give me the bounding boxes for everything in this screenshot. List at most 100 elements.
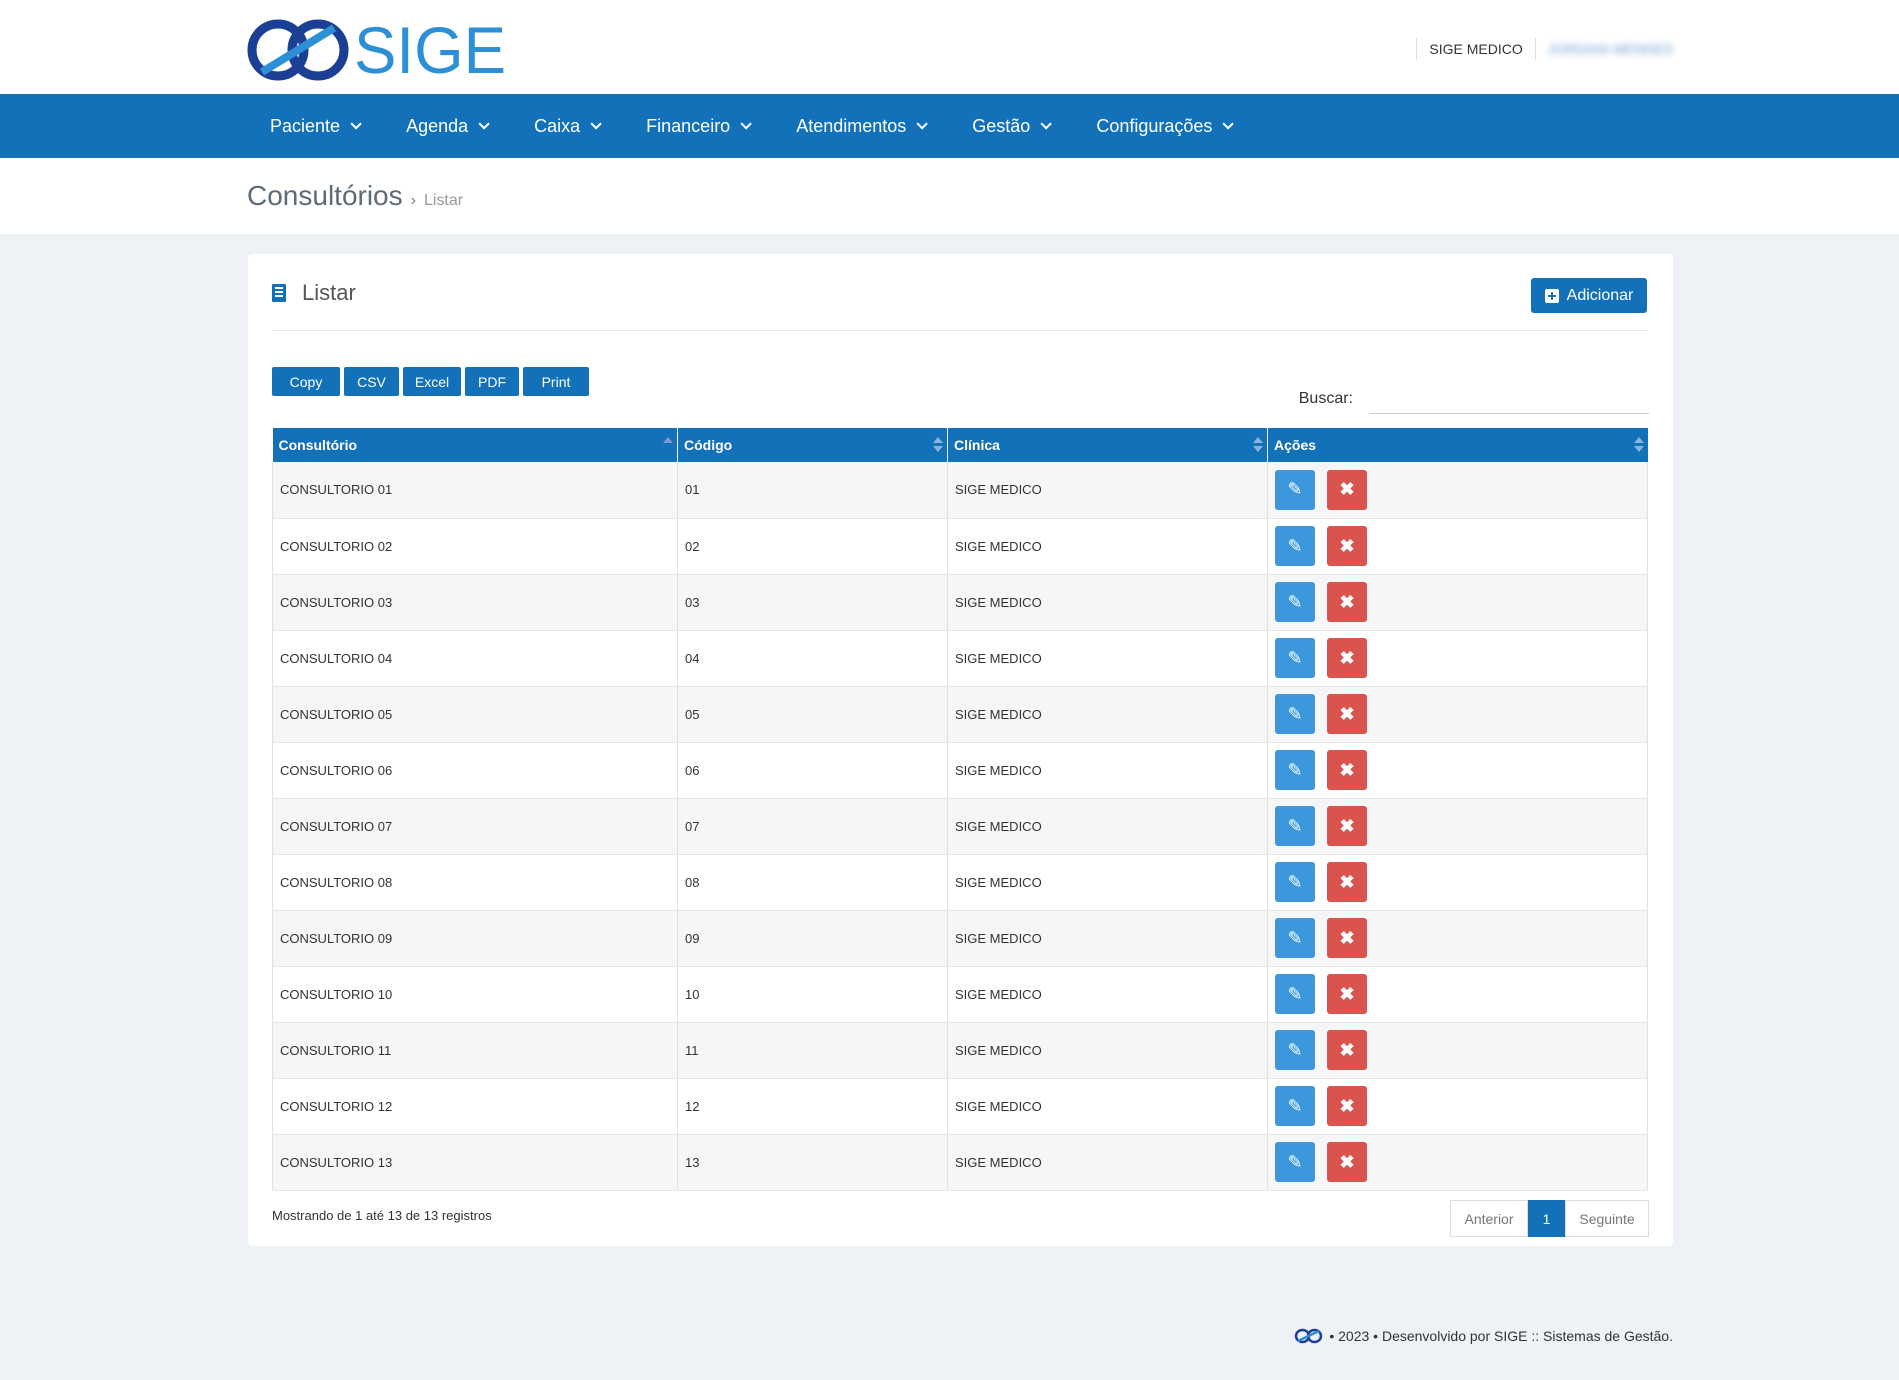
column-label: Consultório bbox=[278, 437, 358, 453]
delete-button[interactable]: ✖ bbox=[1327, 1086, 1367, 1126]
row-actions: ✎ ✖ bbox=[1275, 862, 1640, 902]
pagination-page-1[interactable]: 1 bbox=[1528, 1200, 1565, 1237]
edit-button[interactable]: ✎ bbox=[1275, 1086, 1315, 1126]
edit-button[interactable]: ✎ bbox=[1275, 638, 1315, 678]
edit-button[interactable]: ✎ bbox=[1275, 750, 1315, 790]
svg-text:SIGE: SIGE bbox=[354, 16, 506, 82]
sort-icon bbox=[933, 437, 943, 453]
cell-codigo: 07 bbox=[677, 798, 948, 855]
nav-item-agenda[interactable]: Agenda bbox=[382, 94, 510, 158]
nav-item-financeiro[interactable]: Financeiro bbox=[622, 94, 772, 158]
cell-codigo: 13 bbox=[677, 1134, 948, 1191]
breadcrumb-current: Listar bbox=[423, 192, 464, 209]
user-name[interactable]: JORDANI MENDES bbox=[1548, 41, 1673, 57]
clinic-name[interactable]: SIGE MEDICO bbox=[1429, 41, 1522, 57]
close-icon: ✖ bbox=[1339, 703, 1355, 724]
delete-button[interactable]: ✖ bbox=[1327, 582, 1367, 622]
column-header-consultorio[interactable]: Consultório bbox=[272, 428, 678, 462]
pagination: Anterior 1 Seguinte bbox=[1450, 1200, 1649, 1237]
table-row: CONSULTORIO 01 01 SIGE MEDICO ✎ ✖ bbox=[272, 462, 1648, 519]
edit-button[interactable]: ✎ bbox=[1275, 526, 1315, 566]
add-button[interactable]: Adicionar bbox=[1531, 278, 1647, 313]
main-nav: Paciente Agenda Caixa Financeiro Atendim… bbox=[0, 94, 1899, 158]
csv-button[interactable]: CSV bbox=[344, 367, 399, 396]
nav-item-atendimentos[interactable]: Atendimentos bbox=[772, 94, 948, 158]
table-row: CONSULTORIO 09 09 SIGE MEDICO ✎ ✖ bbox=[272, 910, 1648, 967]
edit-button[interactable]: ✎ bbox=[1275, 806, 1315, 846]
table-row: CONSULTORIO 04 04 SIGE MEDICO ✎ ✖ bbox=[272, 630, 1648, 687]
edit-button[interactable]: ✎ bbox=[1275, 469, 1315, 510]
panel-title: Listar bbox=[272, 280, 356, 306]
cell-clinica: SIGE MEDICO bbox=[947, 518, 1268, 575]
pencil-icon: ✎ bbox=[1287, 535, 1303, 556]
delete-button[interactable]: ✖ bbox=[1327, 694, 1367, 734]
close-icon: ✖ bbox=[1339, 647, 1355, 668]
pdf-button[interactable]: PDF bbox=[465, 367, 519, 396]
table-info: Mostrando de 1 até 13 de 13 registros bbox=[272, 1208, 492, 1223]
cell-codigo: 05 bbox=[677, 686, 948, 743]
column-header-acoes[interactable]: Ações bbox=[1267, 428, 1648, 462]
sige-logo[interactable]: SIGE bbox=[246, 16, 511, 82]
cell-consultorio: CONSULTORIO 13 bbox=[272, 1134, 678, 1191]
pencil-icon: ✎ bbox=[1287, 1151, 1303, 1172]
delete-button[interactable]: ✖ bbox=[1327, 806, 1367, 846]
table-row: CONSULTORIO 12 12 SIGE MEDICO ✎ ✖ bbox=[272, 1078, 1648, 1135]
cell-codigo: 04 bbox=[677, 630, 948, 687]
edit-button[interactable]: ✎ bbox=[1275, 862, 1315, 902]
delete-button[interactable]: ✖ bbox=[1327, 1030, 1367, 1070]
nav-item-gestao[interactable]: Gestão bbox=[948, 94, 1072, 158]
close-icon: ✖ bbox=[1339, 871, 1355, 892]
delete-button[interactable]: ✖ bbox=[1327, 526, 1367, 566]
edit-button[interactable]: ✎ bbox=[1275, 1030, 1315, 1070]
delete-button[interactable]: ✖ bbox=[1327, 918, 1367, 958]
page-header: Consultórios › Listar bbox=[0, 158, 1899, 234]
user-area: SIGE MEDICO JORDANI MENDES bbox=[1404, 38, 1673, 60]
delete-button[interactable]: ✖ bbox=[1327, 974, 1367, 1014]
delete-button[interactable]: ✖ bbox=[1327, 862, 1367, 902]
table-row: CONSULTORIO 13 13 SIGE MEDICO ✎ ✖ bbox=[272, 1134, 1648, 1191]
list-icon bbox=[272, 284, 286, 302]
cell-codigo: 06 bbox=[677, 742, 948, 799]
pagination-prev[interactable]: Anterior bbox=[1450, 1200, 1528, 1237]
delete-button[interactable]: ✖ bbox=[1327, 469, 1367, 510]
column-header-codigo[interactable]: Código bbox=[677, 428, 948, 462]
cell-acoes: ✎ ✖ bbox=[1267, 910, 1648, 967]
nav-item-configuracoes[interactable]: Configurações bbox=[1072, 94, 1254, 158]
edit-button[interactable]: ✎ bbox=[1275, 918, 1315, 958]
nav-item-paciente[interactable]: Paciente bbox=[246, 94, 382, 158]
delete-button[interactable]: ✖ bbox=[1327, 750, 1367, 790]
divider bbox=[272, 330, 1648, 331]
edit-button[interactable]: ✎ bbox=[1275, 582, 1315, 622]
cell-clinica: SIGE MEDICO bbox=[947, 686, 1268, 743]
row-actions: ✎ ✖ bbox=[1275, 638, 1640, 678]
cell-clinica: SIGE MEDICO bbox=[947, 966, 1268, 1023]
print-button[interactable]: Print bbox=[523, 367, 589, 396]
cell-codigo: 10 bbox=[677, 966, 948, 1023]
pagination-next[interactable]: Seguinte bbox=[1565, 1200, 1649, 1237]
pencil-icon: ✎ bbox=[1287, 703, 1303, 724]
pencil-icon: ✎ bbox=[1287, 927, 1303, 948]
pencil-icon: ✎ bbox=[1287, 871, 1303, 892]
cell-clinica: SIGE MEDICO bbox=[947, 462, 1268, 519]
excel-button[interactable]: Excel bbox=[403, 367, 461, 396]
chevron-down-icon bbox=[1040, 118, 1053, 130]
copy-button[interactable]: Copy bbox=[272, 367, 340, 396]
delete-button[interactable]: ✖ bbox=[1327, 1142, 1367, 1182]
plus-square-icon bbox=[1544, 288, 1559, 303]
edit-button[interactable]: ✎ bbox=[1275, 694, 1315, 734]
row-actions: ✎ ✖ bbox=[1275, 526, 1640, 566]
row-actions: ✎ ✖ bbox=[1275, 582, 1640, 622]
edit-button[interactable]: ✎ bbox=[1275, 974, 1315, 1014]
divider bbox=[1534, 38, 1536, 60]
cell-acoes: ✎ ✖ bbox=[1267, 1078, 1648, 1135]
edit-button[interactable]: ✎ bbox=[1275, 1142, 1315, 1182]
column-header-clinica[interactable]: Clínica bbox=[947, 428, 1268, 462]
nav-item-caixa[interactable]: Caixa bbox=[510, 94, 622, 158]
cell-consultorio: CONSULTORIO 03 bbox=[272, 574, 678, 631]
row-actions: ✎ ✖ bbox=[1275, 806, 1640, 846]
cell-consultorio: CONSULTORIO 08 bbox=[272, 854, 678, 911]
search-input[interactable] bbox=[1369, 384, 1649, 414]
delete-button[interactable]: ✖ bbox=[1327, 638, 1367, 678]
add-button-label: Adicionar bbox=[1566, 286, 1634, 304]
chevron-down-icon bbox=[350, 118, 362, 130]
